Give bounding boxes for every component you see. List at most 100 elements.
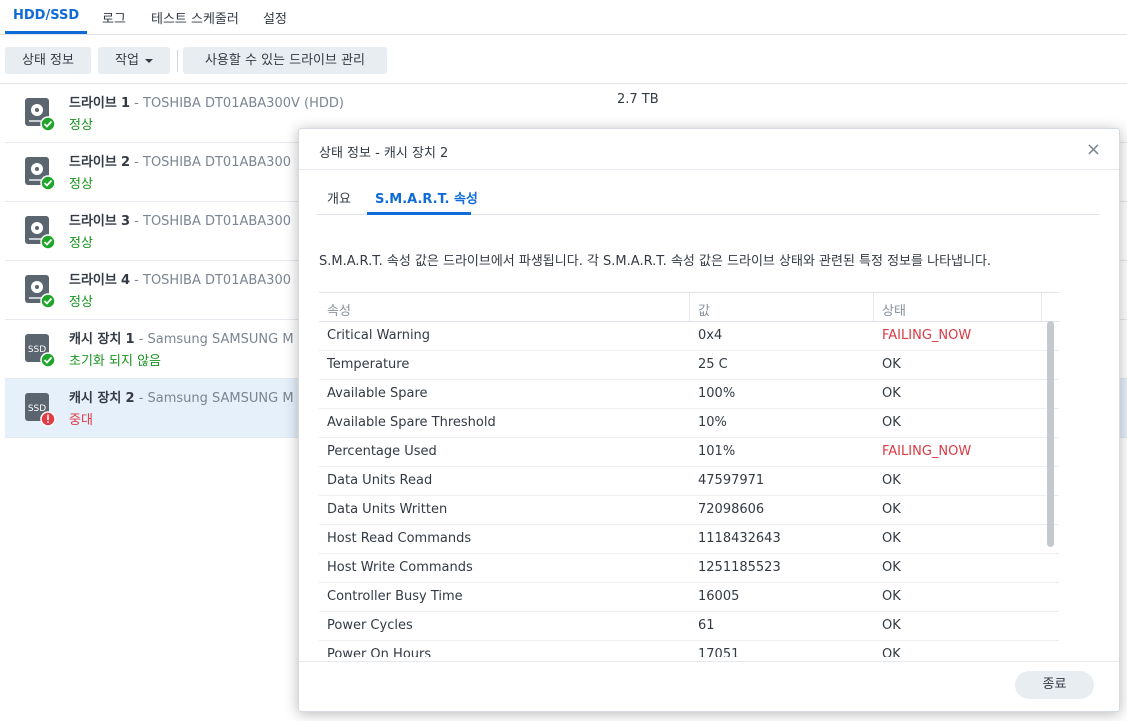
manage-available-drives-button[interactable]: 사용할 수 있는 드라이브 관리	[183, 47, 387, 74]
drive-separator: -	[130, 96, 143, 111]
table-row[interactable]: Critical Warning 0x4 FAILING_NOW	[319, 321, 1059, 351]
tab-settings[interactable]: 설정	[263, 8, 287, 27]
hdd-icon	[25, 275, 56, 309]
value-cell: 1251185523	[698, 560, 781, 575]
table-row[interactable]: Controller Busy Time 16005 OK	[319, 582, 1059, 612]
drive-label: 드라이브	[69, 273, 117, 288]
attribute-cell: Data Units Read	[327, 473, 433, 488]
drive-separator: -	[134, 332, 148, 347]
attribute-cell: Host Read Commands	[327, 531, 472, 546]
drive-separator: -	[130, 273, 143, 288]
table-row[interactable]: Host Write Commands 1251185523 OK	[319, 553, 1059, 583]
dialog-title: 상태 정보 - 캐시 장치 2	[319, 146, 449, 161]
status-cell: OK	[882, 473, 901, 488]
attribute-cell: Data Units Written	[327, 502, 448, 517]
value-cell: 61	[698, 618, 715, 633]
hdd-icon	[25, 157, 56, 191]
drive-name: 캐시 장치 1 - Samsung SAMSUNG M	[69, 328, 294, 347]
column-header-status[interactable]: 상태	[882, 300, 906, 319]
value-cell: 47597971	[698, 473, 765, 488]
main-tab-bar: HDD/SSD 로그 테스트 스케줄러 설정	[0, 0, 1127, 35]
tab-smart-attributes[interactable]: S.M.A.R.T. 속성	[375, 188, 478, 207]
drive-separator: -	[130, 214, 143, 229]
status-cell: OK	[882, 386, 901, 401]
action-label: 작업	[115, 53, 139, 68]
drive-status: 정상	[69, 236, 93, 251]
tab-hdd-ssd[interactable]: HDD/SSD	[13, 8, 79, 23]
close-button-label: 종료	[1042, 677, 1067, 692]
dialog-active-tab-indicator	[367, 212, 471, 215]
drive-status: 중대	[69, 413, 93, 428]
drive-separator: -	[130, 155, 143, 170]
status-cell: OK	[882, 502, 901, 517]
table-row[interactable]: Available Spare Threshold 10% OK	[319, 408, 1059, 438]
status-cell: FAILING_NOW	[882, 328, 972, 343]
drive-label: 드라이브	[69, 96, 117, 111]
status-cell: OK	[882, 560, 901, 575]
check-circle-icon	[40, 116, 56, 132]
attribute-cell: Available Spare Threshold	[327, 415, 496, 430]
drive-name: 드라이브 1 - TOSHIBA DT01ABA300V (HDD)	[69, 92, 344, 111]
drive-name: 드라이브 2 - TOSHIBA DT01ABA300	[69, 151, 291, 170]
drive-number: 1	[125, 332, 135, 347]
drive-label: 캐시 장치	[69, 332, 122, 347]
smart-attributes-table: 속성 값 상태 Critical Warning 0x4 FAILING_NOW Te…	[319, 292, 1059, 657]
status-cell: OK	[882, 531, 901, 546]
attribute-cell: Power Cycles	[327, 618, 413, 633]
drive-name: 드라이브 4 - TOSHIBA DT01ABA300	[69, 269, 291, 288]
status-info-button[interactable]: 상태 정보	[5, 47, 91, 74]
status-info-dialog: 상태 정보 - 캐시 장치 2 × 개요 S.M.A.R.T. 속성 S.M.A…	[298, 128, 1120, 712]
column-header-value[interactable]: 값	[698, 300, 710, 319]
warning-circle-icon	[40, 411, 56, 427]
column-divider	[873, 293, 874, 321]
chevron-down-icon	[144, 58, 153, 63]
drive-label: 캐시 장치	[69, 391, 122, 406]
tab-log[interactable]: 로그	[102, 8, 126, 27]
action-dropdown-button[interactable]: 작업	[98, 47, 170, 74]
table-row[interactable]: Power Cycles 61 OK	[319, 611, 1059, 641]
drive-number: 4	[120, 273, 131, 288]
check-circle-icon	[40, 175, 56, 191]
attribute-cell: Controller Busy Time	[327, 589, 463, 604]
drive-model: Samsung SAMSUNG M	[147, 391, 294, 406]
value-cell: 100%	[698, 386, 736, 401]
value-cell: 101%	[698, 444, 736, 459]
status-cell: OK	[882, 357, 901, 372]
check-circle-icon	[40, 352, 56, 368]
status-cell: OK	[882, 415, 901, 430]
table-row[interactable]: Available Spare 100% OK	[319, 379, 1059, 409]
drive-separator: -	[134, 391, 148, 406]
value-cell: 1118432643	[698, 531, 781, 546]
close-dialog-button[interactable]: 종료	[1015, 671, 1094, 699]
value-cell: 16005	[698, 589, 740, 604]
table-row[interactable]: Power On Hours 17051 OK	[319, 640, 1059, 657]
ssd-icon: SSD	[25, 334, 56, 368]
table-row[interactable]: Host Read Commands 1118432643 OK	[319, 524, 1059, 554]
check-circle-icon	[40, 234, 56, 250]
tab-test-scheduler[interactable]: 테스트 스케줄러	[151, 8, 239, 27]
drive-capacity: 2.7 TB	[617, 92, 659, 107]
tab-overview[interactable]: 개요	[327, 188, 351, 207]
table-row[interactable]: Percentage Used 101% FAILING_NOW	[319, 437, 1059, 467]
close-icon[interactable]: ×	[1086, 139, 1101, 160]
table-scrollbar[interactable]	[1047, 321, 1054, 547]
hdd-icon	[25, 216, 56, 250]
table-row[interactable]: Data Units Read 47597971 OK	[319, 466, 1059, 496]
drive-model: TOSHIBA DT01ABA300	[143, 155, 291, 170]
attribute-cell: Host Write Commands	[327, 560, 473, 575]
svg-text:SSD: SSD	[28, 404, 46, 414]
ssd-icon: SSD	[25, 393, 56, 427]
column-divider	[1041, 293, 1042, 321]
drive-number: 2	[125, 391, 135, 406]
column-header-attribute[interactable]: 속성	[327, 300, 351, 319]
drive-number: 3	[120, 214, 131, 229]
drive-status: 정상	[69, 118, 93, 133]
column-divider	[689, 293, 690, 321]
value-cell: 17051	[698, 647, 740, 657]
drive-name: 캐시 장치 2 - Samsung SAMSUNG M	[69, 387, 294, 406]
value-cell: 0x4	[698, 328, 723, 343]
dialog-header-divider	[299, 169, 1119, 170]
table-row[interactable]: Temperature 25 C OK	[319, 350, 1059, 380]
drive-name: 드라이브 3 - TOSHIBA DT01ABA300	[69, 210, 291, 229]
table-row[interactable]: Data Units Written 72098606 OK	[319, 495, 1059, 525]
